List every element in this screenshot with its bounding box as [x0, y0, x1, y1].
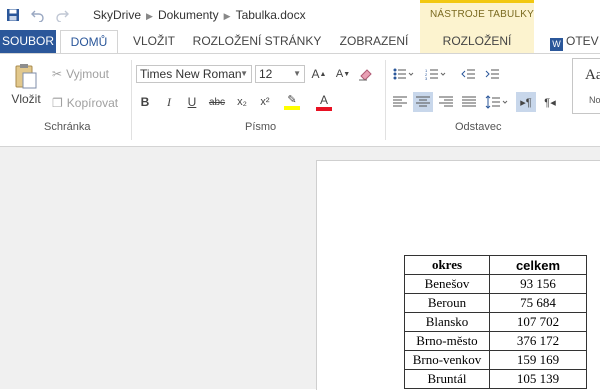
bold-button[interactable]: B — [138, 94, 152, 110]
font-color-icon: A — [319, 92, 328, 107]
table-cell[interactable]: Bruntál — [404, 369, 490, 389]
shrink-font-icon[interactable]: A ▼ — [336, 66, 350, 82]
tab-insert[interactable]: VLOŽIT — [126, 30, 182, 54]
breadcrumb: SkyDrive ▶ Dokumenty ▶ Tabulka.docx — [93, 8, 306, 22]
chevron-down-icon: ▼ — [293, 69, 301, 78]
table-cell[interactable]: 159 169 — [489, 350, 587, 370]
group-divider — [385, 60, 386, 140]
table-row: Benešov 93 156 — [404, 274, 587, 294]
table-cell[interactable]: 93 156 — [489, 274, 587, 294]
table-cell[interactable]: 105 139 — [489, 369, 587, 389]
table-cell[interactable]: Benešov — [404, 274, 490, 294]
group-divider — [131, 60, 132, 140]
clipboard-group-label: Schránka — [44, 121, 91, 133]
copy-button[interactable]: ❐ Kopírovat — [52, 95, 118, 111]
bullets-icon[interactable] — [392, 66, 416, 82]
title-bar: SkyDrive ▶ Dokumenty ▶ Tabulka.docx NÁSTROJE… — [0, 0, 600, 30]
table-header-cell[interactable]: okres — [404, 255, 490, 275]
strikethrough-button[interactable]: abc — [206, 94, 228, 110]
paste-button[interactable]: Vložit — [8, 60, 44, 108]
save-icon[interactable] — [4, 6, 22, 24]
font-color-button[interactable]: A — [312, 92, 336, 112]
chevron-down-icon: ▼ — [240, 69, 248, 78]
copy-label: Kopírovat — [66, 96, 119, 110]
align-center-icon[interactable] — [413, 92, 433, 112]
table-row: Blansko 107 702 — [404, 312, 587, 332]
italic-button[interactable]: I — [162, 94, 176, 110]
cut-label: Vyjmout — [66, 67, 109, 81]
numbering-icon[interactable]: 123 — [424, 66, 448, 82]
highlighter-icon: ✎ — [287, 94, 297, 106]
line-spacing-icon[interactable] — [484, 92, 510, 112]
paragraph-group-label: Odstavec — [455, 121, 502, 133]
increase-indent-icon[interactable] — [484, 66, 500, 82]
ribbon: Vložit ✂ Vyjmout ❐ Kopírovat Schránka Time… — [0, 54, 600, 147]
style-preview: Aa — [585, 67, 600, 83]
table-tools-label: NÁSTROJE TABULKY — [430, 9, 534, 20]
table-cell[interactable]: Brno-město — [404, 331, 490, 351]
grow-font-icon[interactable]: A ▲ — [312, 66, 327, 82]
tab-view[interactable]: ZOBRAZENÍ — [332, 30, 416, 54]
tab-table-layout[interactable]: ROZLOŽENÍ — [420, 30, 534, 54]
paste-icon — [15, 64, 37, 89]
highlight-swatch — [284, 106, 300, 110]
table-cell[interactable]: 75 684 — [489, 293, 587, 313]
justify-icon[interactable] — [461, 94, 477, 110]
breadcrumb-separator-icon: ▶ — [223, 11, 231, 21]
font-name-combo[interactable]: Times New Roman ▼ — [136, 65, 252, 83]
table-row: Brno-město 376 172 — [404, 331, 587, 351]
redo-icon[interactable] — [53, 6, 71, 24]
word-icon: W — [550, 38, 563, 51]
tab-file[interactable]: SOUBOR — [0, 30, 56, 54]
table-cell[interactable]: Brno-venkov — [404, 350, 490, 370]
open-in-word-button[interactable]: W OTEV — [550, 30, 600, 54]
font-size-value: 12 — [259, 67, 273, 81]
highlight-color-button[interactable]: ✎ — [280, 92, 304, 112]
underline-button[interactable]: U — [185, 94, 199, 110]
tab-home[interactable]: DOMŮ — [60, 30, 118, 54]
cut-button[interactable]: ✂ Vyjmout — [52, 66, 109, 82]
undo-icon[interactable] — [29, 6, 47, 24]
superscript-button[interactable]: x² — [257, 94, 273, 110]
style-name: No — [589, 95, 600, 105]
table-tools-header: NÁSTROJE TABULKY — [420, 0, 534, 30]
align-left-icon[interactable] — [392, 94, 408, 110]
data-table[interactable]: okres celkem Benešov 93 156 Beroun 75 684 … — [404, 255, 587, 389]
font-name-value: Times New Roman — [140, 67, 242, 81]
font-group-label: Písmo — [245, 121, 277, 133]
breadcrumb-separator-icon: ▶ — [146, 11, 153, 21]
decrease-indent-icon[interactable] — [460, 66, 476, 82]
open-in-word-label: OTEV — [566, 34, 599, 48]
document-title: Tabulka.docx — [235, 8, 306, 22]
breadcrumb-skydrive[interactable]: SkyDrive — [93, 8, 141, 22]
ltr-paragraph-icon[interactable]: ▸¶ — [516, 92, 536, 112]
align-right-icon[interactable] — [438, 94, 454, 110]
subscript-button[interactable]: x₂ — [234, 94, 250, 110]
paste-label: Vložit — [11, 92, 41, 106]
table-cell[interactable]: 376 172 — [489, 331, 587, 351]
scissors-icon: ✂ — [52, 67, 63, 81]
svg-text:3: 3 — [425, 76, 428, 80]
styles-gallery-item[interactable]: Aa No — [572, 58, 600, 114]
font-color-swatch — [316, 106, 332, 111]
table-cell[interactable]: Beroun — [404, 293, 490, 313]
rtl-paragraph-icon[interactable]: ¶◂ — [542, 94, 558, 110]
font-size-combo[interactable]: 12 ▼ — [255, 65, 305, 83]
table-header-cell[interactable]: celkem — [489, 255, 587, 275]
clear-formatting-icon[interactable] — [357, 66, 373, 82]
breadcrumb-documents[interactable]: Dokumenty — [158, 8, 219, 22]
ribbon-tabs: SOUBOR DOMŮ VLOŽIT ROZLOŽENÍ STRÁNKY ZOB… — [0, 30, 600, 54]
table-cell[interactable]: Blansko — [404, 312, 490, 332]
table-header-row: okres celkem — [404, 255, 587, 275]
table-row: Brno-venkov 159 169 — [404, 350, 587, 370]
copy-icon: ❐ — [52, 96, 63, 110]
tab-page-layout[interactable]: ROZLOŽENÍ STRÁNKY — [190, 30, 324, 54]
table-cell[interactable]: 107 702 — [489, 312, 587, 332]
table-row: Beroun 75 684 — [404, 293, 587, 313]
table-row: Bruntál 105 139 — [404, 369, 587, 389]
